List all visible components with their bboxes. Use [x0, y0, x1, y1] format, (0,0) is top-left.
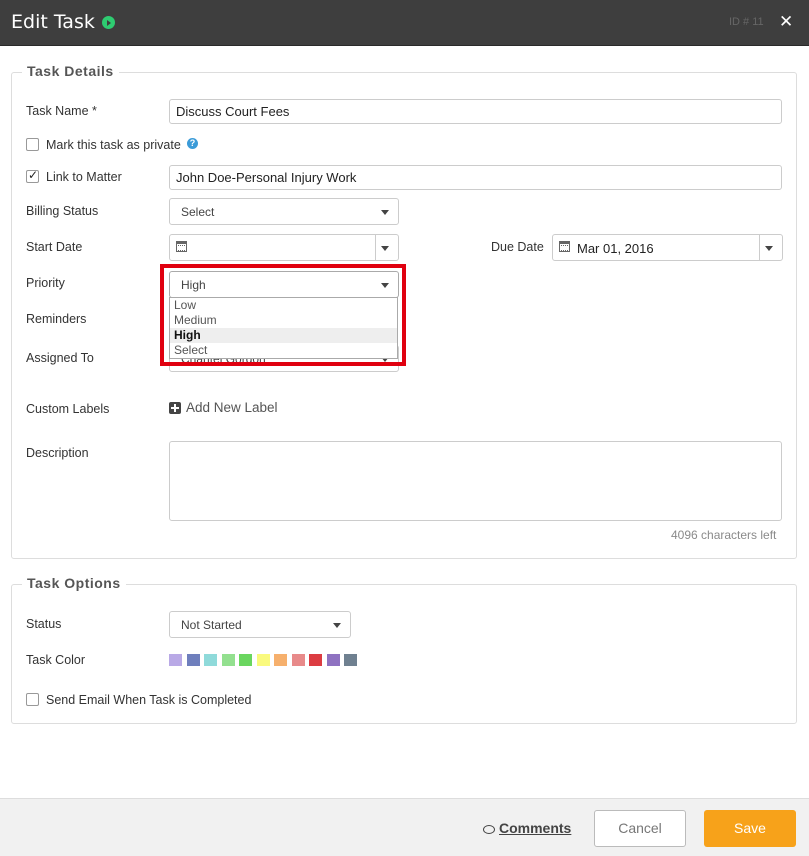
chevron-down-icon: [381, 210, 389, 215]
add-new-label-link[interactable]: Add New Label: [186, 400, 278, 415]
chars-left-counter: 4096 characters left: [671, 528, 777, 542]
divider: [759, 235, 760, 260]
task-name-label: Task Name *: [26, 104, 97, 118]
color-swatch[interactable]: [221, 654, 235, 666]
help-icon[interactable]: ?: [187, 138, 198, 149]
color-swatch[interactable]: [326, 654, 340, 666]
plus-icon[interactable]: [169, 402, 181, 414]
description-label: Description: [26, 446, 89, 460]
status-value: Not Started: [181, 618, 242, 632]
link-matter-label: Link to Matter: [46, 170, 122, 184]
start-date-label: Start Date: [26, 240, 83, 254]
color-swatch[interactable]: [291, 654, 305, 666]
dialog-title: Edit Task: [11, 11, 95, 33]
play-circle-icon[interactable]: [102, 16, 115, 29]
calendar-icon: [176, 241, 187, 252]
close-icon[interactable]: ✕: [779, 12, 793, 32]
chevron-down-icon[interactable]: [765, 246, 773, 251]
status-label: Status: [26, 617, 62, 631]
calendar-icon: [559, 241, 570, 252]
color-swatch[interactable]: [344, 654, 357, 666]
send-email-checkbox[interactable]: [26, 693, 39, 706]
color-swatch[interactable]: [309, 654, 322, 666]
link-matter-checkbox[interactable]: [26, 168, 39, 183]
title-bar: Edit Task ID # 11 ✕: [0, 0, 809, 46]
custom-labels-label: Custom Labels: [26, 402, 110, 416]
description-textarea[interactable]: [169, 441, 782, 521]
billing-status-value: Select: [181, 205, 215, 219]
task-color-label: Task Color: [26, 653, 86, 667]
chevron-down-icon[interactable]: [381, 246, 389, 251]
cancel-button[interactable]: Cancel: [594, 810, 686, 847]
matter-input[interactable]: [169, 165, 782, 190]
task-name-input[interactable]: [169, 99, 782, 124]
task-options-legend: Task Options: [22, 575, 126, 591]
comments-label: Comments: [499, 820, 572, 836]
task-id: ID # 11: [729, 16, 764, 28]
priority-label: Priority: [26, 276, 65, 290]
reminders-label: Reminders: [26, 312, 87, 326]
send-email-label: Send Email When Task is Completed: [46, 693, 252, 707]
start-date-input[interactable]: [169, 234, 399, 261]
color-swatch[interactable]: [204, 654, 217, 666]
divider: [375, 235, 376, 260]
save-button[interactable]: Save: [704, 810, 796, 847]
color-swatch[interactable]: [239, 654, 252, 666]
chevron-down-icon: [333, 623, 341, 628]
color-swatch[interactable]: [169, 654, 182, 666]
comments-link[interactable]: Comments: [483, 820, 571, 836]
color-swatch[interactable]: [256, 654, 270, 666]
due-date-label: Due Date: [491, 240, 544, 254]
billing-status-select[interactable]: Select: [169, 198, 399, 225]
annotation-highlight-box: [160, 264, 406, 366]
assigned-to-label: Assigned To: [26, 351, 94, 365]
private-label: Mark this task as private: [46, 138, 181, 152]
comments-icon: [483, 825, 495, 834]
color-swatch[interactable]: [274, 654, 287, 666]
billing-status-label: Billing Status: [26, 204, 99, 218]
color-swatch[interactable]: [186, 654, 200, 666]
private-checkbox[interactable]: [26, 138, 39, 151]
task-details-legend: Task Details: [22, 63, 119, 79]
dialog-footer: Comments Cancel Save: [0, 798, 809, 856]
due-date-input[interactable]: Mar 01, 2016: [552, 234, 783, 261]
status-select[interactable]: Not Started: [169, 611, 351, 638]
due-date-value: Mar 01, 2016: [577, 241, 654, 256]
